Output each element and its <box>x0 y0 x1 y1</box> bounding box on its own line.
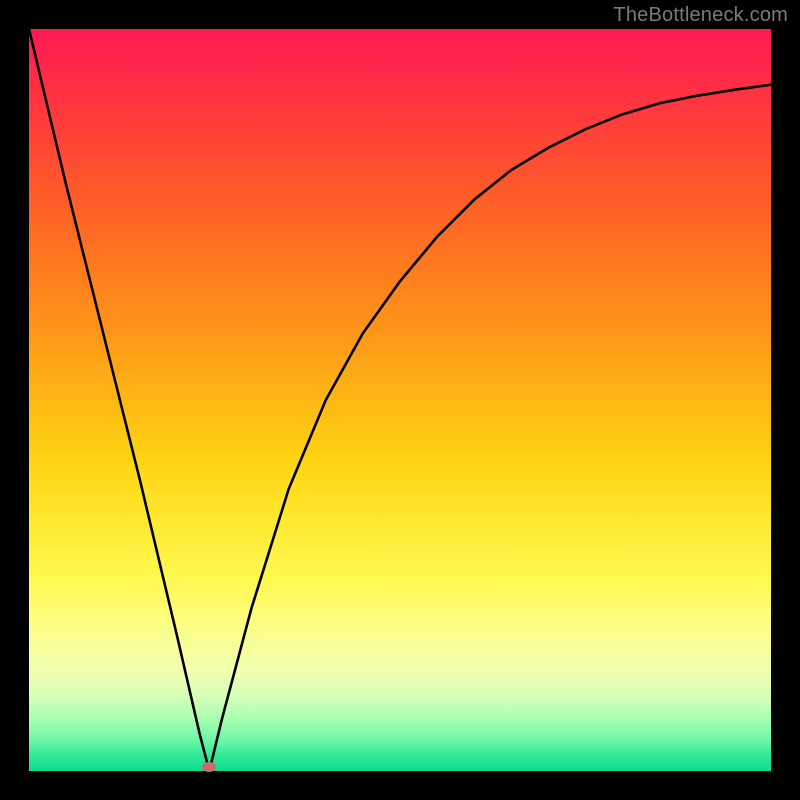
watermark-text: TheBottleneck.com <box>613 4 788 27</box>
plot-area <box>29 29 771 771</box>
curve-path <box>29 29 771 771</box>
minimum-marker <box>202 762 216 772</box>
chart-frame: TheBottleneck.com <box>0 0 800 800</box>
curve-layer <box>29 29 771 771</box>
